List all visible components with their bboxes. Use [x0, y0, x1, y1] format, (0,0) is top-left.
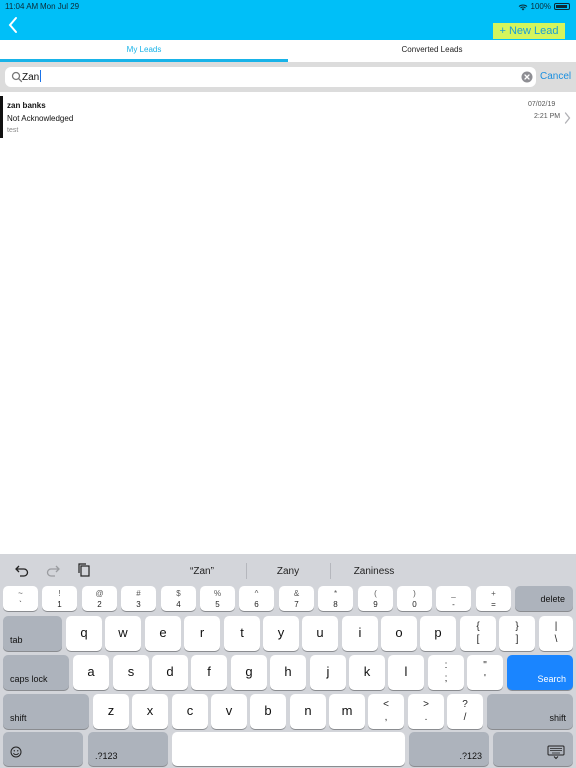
- key-z[interactable]: z: [93, 694, 129, 729]
- key-x[interactable]: x: [132, 694, 168, 729]
- keyboard-dismiss-icon: [547, 745, 565, 760]
- new-lead-button[interactable]: + New Lead: [493, 23, 565, 39]
- battery-icon: [554, 3, 570, 10]
- search-key[interactable]: Search: [507, 655, 573, 690]
- key-period[interactable]: >.: [408, 694, 444, 729]
- status-date: Mon Jul 29: [40, 2, 80, 11]
- suggestion-2[interactable]: Zany: [248, 566, 328, 577]
- key-f[interactable]: f: [191, 655, 227, 690]
- lead-name: zan banks: [7, 101, 46, 110]
- search-value: Zan: [22, 72, 40, 83]
- key-g[interactable]: g: [231, 655, 267, 690]
- key-7[interactable]: & 7: [279, 586, 314, 611]
- key-semicolon[interactable]: :;: [428, 655, 464, 690]
- key-quote[interactable]: " ': [467, 655, 503, 690]
- tab-converted-leads[interactable]: Converted Leads: [288, 40, 576, 62]
- search-bar: Zan: [0, 62, 576, 92]
- key-t[interactable]: t: [224, 616, 260, 651]
- key-i[interactable]: i: [342, 616, 378, 651]
- back-button[interactable]: [6, 15, 20, 35]
- clear-icon[interactable]: [521, 71, 533, 83]
- key-slash[interactable]: ? /: [447, 694, 483, 729]
- emoji-key[interactable]: [3, 732, 83, 766]
- emoji-icon: [10, 746, 22, 758]
- battery-percent: 100%: [530, 2, 551, 11]
- lead-date: 07/02/19: [528, 101, 556, 108]
- key-backtick[interactable]: ~ `: [3, 586, 38, 611]
- navigation-bar: 11:04 AM Mon Jul 29 100% + New Lead: [0, 0, 576, 40]
- numbers-key-left[interactable]: .?123: [88, 732, 168, 766]
- delete-key[interactable]: delete: [515, 586, 573, 611]
- key-k[interactable]: k: [349, 655, 385, 690]
- key-9[interactable]: (9: [358, 586, 393, 611]
- key-minus[interactable]: _ -: [436, 586, 471, 611]
- chevron-right-icon: [564, 112, 571, 124]
- lead-status: Not Acknowledged: [7, 114, 74, 123]
- key-right-bracket[interactable]: }]: [499, 616, 535, 651]
- search-input[interactable]: Zan: [5, 67, 536, 87]
- key-5[interactable]: % 5: [200, 586, 235, 611]
- key-comma[interactable]: <,: [368, 694, 404, 729]
- lead-note: test: [7, 127, 19, 134]
- keyboard-shortcut-bar: “Zan” Zany Zaniness: [0, 554, 576, 586]
- suggestion-3[interactable]: Zaniness: [332, 566, 416, 577]
- left-shift-key[interactable]: shift: [3, 694, 89, 729]
- paste-icon[interactable]: [76, 562, 92, 578]
- key-o[interactable]: o: [381, 616, 417, 651]
- key-q[interactable]: q: [66, 616, 102, 651]
- lead-time: 2:21 PM: [534, 113, 561, 120]
- tab-key[interactable]: tab: [3, 616, 62, 651]
- key-n[interactable]: n: [290, 694, 326, 729]
- right-shift-key[interactable]: shift: [487, 694, 573, 729]
- lead-status-bar: [0, 96, 3, 138]
- suggestion-divider: [246, 563, 247, 579]
- key-m[interactable]: m: [329, 694, 365, 729]
- status-time: 11:04 AM: [5, 2, 39, 11]
- status-indicators: 100%: [518, 2, 570, 11]
- dismiss-keyboard-key[interactable]: [493, 732, 573, 766]
- space-key[interactable]: [172, 732, 405, 766]
- key-u[interactable]: u: [302, 616, 338, 651]
- key-h[interactable]: h: [270, 655, 306, 690]
- numbers-key-right[interactable]: .?123: [409, 732, 489, 766]
- key-a[interactable]: a: [73, 655, 109, 690]
- key-s[interactable]: s: [113, 655, 149, 690]
- key-1[interactable]: ! 1: [42, 586, 77, 611]
- key-3[interactable]: #3: [121, 586, 156, 611]
- text-cursor: [40, 70, 42, 82]
- lead-tabs: My Leads Converted Leads: [0, 40, 576, 62]
- undo-icon[interactable]: [14, 562, 30, 578]
- key-b[interactable]: b: [250, 694, 286, 729]
- key-l[interactable]: l: [388, 655, 424, 690]
- key-8[interactable]: * 8: [318, 586, 353, 611]
- redo-icon[interactable]: [45, 562, 61, 578]
- key-left-bracket[interactable]: {[: [460, 616, 496, 651]
- wifi-icon: [518, 4, 527, 10]
- key-6[interactable]: ^ 6: [239, 586, 274, 611]
- suggestion-1[interactable]: “Zan”: [160, 566, 244, 577]
- suggestion-divider: [330, 563, 331, 579]
- key-equals[interactable]: + =: [476, 586, 511, 611]
- key-0[interactable]: ) 0: [397, 586, 432, 611]
- chevron-left-icon: [8, 17, 17, 33]
- key-2[interactable]: @2: [82, 586, 117, 611]
- on-screen-keyboard: “Zan” Zany Zaniness ~ ` ! 1 @2 #3 $4 % 5 ^ 6…: [0, 554, 576, 768]
- key-4[interactable]: $4: [161, 586, 196, 611]
- lead-list-item[interactable]: zan banks Not Acknowledged test 07/02/19…: [0, 96, 576, 138]
- key-j[interactable]: j: [310, 655, 346, 690]
- key-d[interactable]: d: [152, 655, 188, 690]
- caps-lock-key[interactable]: caps lock: [3, 655, 69, 690]
- key-r[interactable]: r: [184, 616, 220, 651]
- key-v[interactable]: v: [211, 694, 247, 729]
- key-w[interactable]: w: [105, 616, 141, 651]
- key-y[interactable]: y: [263, 616, 299, 651]
- key-backslash[interactable]: | \: [539, 616, 573, 651]
- key-e[interactable]: e: [145, 616, 181, 651]
- tab-my-leads[interactable]: My Leads: [0, 40, 288, 62]
- key-c[interactable]: c: [172, 694, 208, 729]
- key-p[interactable]: p: [420, 616, 456, 651]
- cancel-button[interactable]: Cancel: [540, 71, 571, 82]
